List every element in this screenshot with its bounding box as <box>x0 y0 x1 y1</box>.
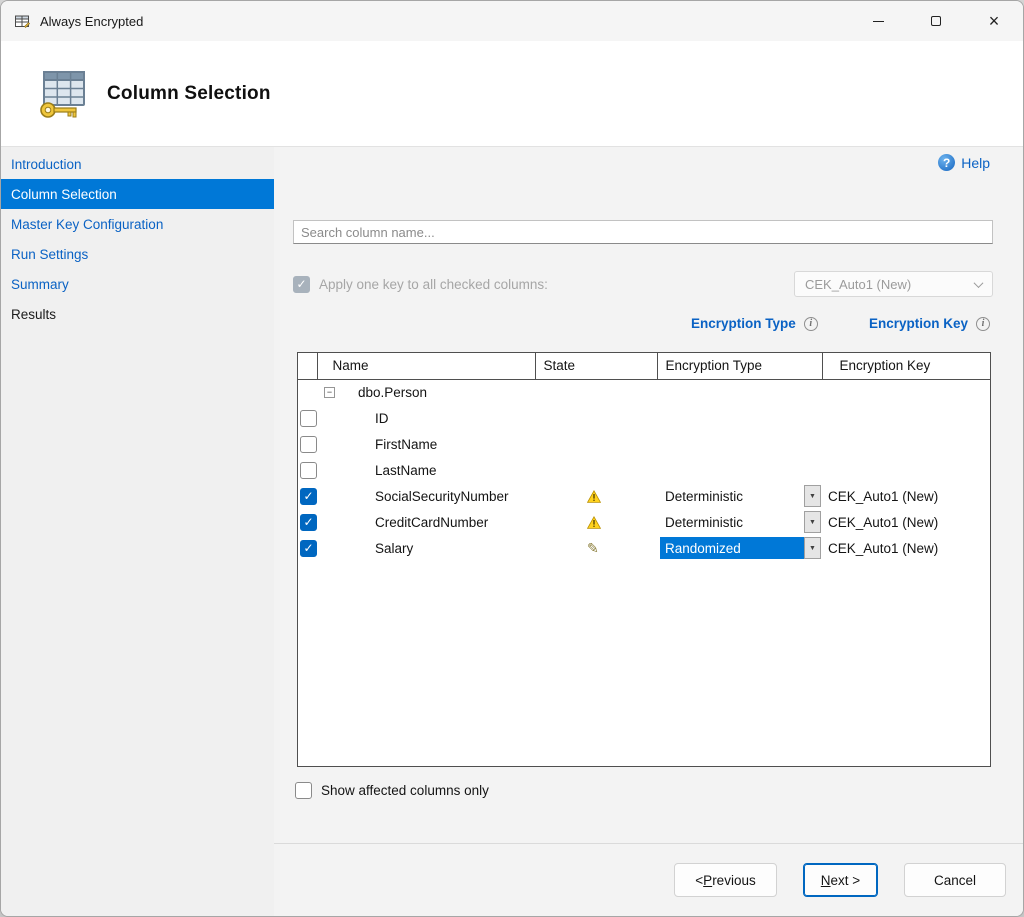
row-checkbox[interactable] <box>300 462 317 479</box>
sidebar-item-run-settings[interactable]: Run Settings <box>1 239 274 269</box>
chevron-down-icon[interactable]: ▼ <box>804 537 821 559</box>
table-header-row: Name State Encryption Type Encryption Ke… <box>298 353 990 379</box>
sidebar-item-column-selection[interactable]: Column Selection <box>1 179 274 209</box>
row-checkbox[interactable]: ✓ <box>300 488 317 505</box>
table-key-icon <box>35 67 89 121</box>
warning-icon <box>587 490 601 503</box>
chevron-down-icon <box>974 278 984 288</box>
column-header-checkbox <box>298 353 317 379</box>
column-header-encryption-key: Encryption Key <box>822 353 990 379</box>
chevron-down-icon[interactable]: ▼ <box>804 511 821 533</box>
sidebar-item-master-key-configuration[interactable]: Master Key Configuration <box>1 209 274 239</box>
wizard-buttons: < Previous Next > Cancel <box>674 863 1006 897</box>
show-affected-label: Show affected columns only <box>321 783 489 798</box>
minimize-icon <box>873 21 884 22</box>
encryption-type-value: Deterministic <box>660 485 804 507</box>
info-icon: i <box>804 317 818 331</box>
encryption-type-link[interactable]: Encryption Type i <box>691 316 818 331</box>
encryption-key-value: CEK_Auto1 (New) <box>822 483 990 509</box>
maximize-icon <box>931 16 941 26</box>
table-row: ✓SocialSecurityNumber Deterministic▼CEK_A… <box>298 483 990 509</box>
wizard-header: Column Selection <box>1 41 1023 147</box>
column-name: LastName <box>317 457 535 483</box>
column-name: CreditCardNumber <box>317 509 535 535</box>
encryption-key-value <box>822 405 990 431</box>
warning-icon <box>587 516 601 529</box>
column-selection-page: ? Help ✓ Apply one key to all checked co… <box>274 147 1023 916</box>
column-name: SocialSecurityNumber <box>317 483 535 509</box>
column-header-encryption-type: Encryption Type <box>657 353 822 379</box>
row-checkbox[interactable] <box>300 436 317 453</box>
tree-collapse-icon[interactable]: − <box>324 387 335 398</box>
wizard-steps-sidebar: Introduction Column Selection Master Key… <box>1 147 274 916</box>
group-label: dbo.Person <box>358 385 427 400</box>
sidebar-item-introduction[interactable]: Introduction <box>1 149 274 179</box>
encryption-type-value: Randomized <box>660 537 804 559</box>
window-title: Always Encrypted <box>40 14 143 29</box>
encryption-type-value: Deterministic <box>660 511 804 533</box>
encryption-type-combobox[interactable]: Randomized▼ <box>660 537 821 559</box>
always-encrypted-window: Always Encrypted × Column Selecti <box>0 0 1024 917</box>
encryption-key-value: CEK_Auto1 (New) <box>822 509 990 535</box>
titlebar: Always Encrypted × <box>1 1 1023 41</box>
info-icon: i <box>976 317 990 331</box>
show-affected-checkbox[interactable] <box>295 782 312 799</box>
app-icon <box>14 13 30 29</box>
previous-button[interactable]: < Previous <box>674 863 777 897</box>
column-header-state: State <box>535 353 657 379</box>
cancel-button[interactable]: Cancel <box>904 863 1006 897</box>
encryption-key-link[interactable]: Encryption Key i <box>869 316 990 331</box>
column-table-body: −dbo.PersonIDFirstNameLastName✓SocialSec… <box>298 379 990 561</box>
minimize-button[interactable] <box>849 1 907 41</box>
cek-dropdown: CEK_Auto1 (New) <box>794 271 993 297</box>
encryption-type-combobox[interactable]: Deterministic▼ <box>660 511 821 533</box>
table-row: ✓Salary ✎ Randomized▼CEK_Auto1 (New) <box>298 535 990 561</box>
table-row: LastName <box>298 457 990 483</box>
encryption-key-value: CEK_Auto1 (New) <box>822 535 990 561</box>
row-checkbox[interactable]: ✓ <box>300 514 317 531</box>
next-button[interactable]: Next > <box>803 863 878 897</box>
column-header-name: Name <box>317 353 535 379</box>
search-input[interactable] <box>293 220 993 244</box>
sidebar-item-summary[interactable]: Summary <box>1 269 274 299</box>
row-checkbox[interactable] <box>300 410 317 427</box>
pencil-icon: ✎ <box>587 540 599 556</box>
columns-table: Name State Encryption Type Encryption Ke… <box>297 352 991 767</box>
close-icon: × <box>989 12 1000 30</box>
show-affected-columns-toggle[interactable]: Show affected columns only <box>295 782 489 799</box>
maximize-button[interactable] <box>907 1 965 41</box>
help-icon: ? <box>938 154 955 171</box>
chevron-down-icon[interactable]: ▼ <box>804 485 821 507</box>
apply-key-label: Apply one key to all checked columns: <box>319 277 548 292</box>
group-row: − dbo.Person <box>298 379 990 405</box>
column-name: FirstName <box>317 431 535 457</box>
help-link[interactable]: ? Help <box>938 154 990 171</box>
help-label: Help <box>961 155 990 171</box>
row-checkbox[interactable]: ✓ <box>300 540 317 557</box>
encryption-key-value <box>822 431 990 457</box>
encryption-type-combobox[interactable]: Deterministic▼ <box>660 485 821 507</box>
table-row: FirstName <box>298 431 990 457</box>
apply-key-checkbox: ✓ <box>293 276 310 293</box>
cek-dropdown-value: CEK_Auto1 (New) <box>805 277 911 292</box>
page-title: Column Selection <box>107 83 271 105</box>
column-name: Salary <box>317 535 535 561</box>
column-name: ID <box>317 405 535 431</box>
close-button[interactable]: × <box>965 1 1023 41</box>
table-row: ✓CreditCardNumber Deterministic▼CEK_Auto1… <box>298 509 990 535</box>
apply-key-row: ✓ Apply one key to all checked columns: … <box>293 270 993 298</box>
encryption-key-value <box>822 457 990 483</box>
table-row: ID <box>298 405 990 431</box>
sidebar-item-results[interactable]: Results <box>1 299 274 329</box>
footer-divider <box>274 843 1023 844</box>
